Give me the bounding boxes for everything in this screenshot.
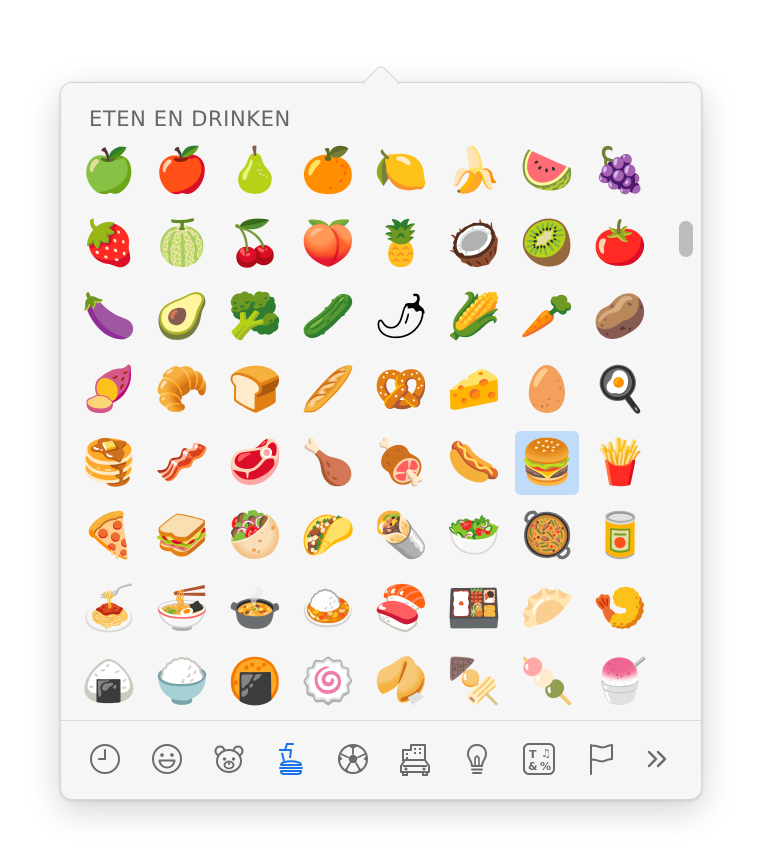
category-bar-divider — [61, 720, 701, 721]
emoji-red-apple[interactable]: 🍎 — [150, 139, 214, 203]
emoji-rice-cracker[interactable]: 🍘 — [223, 650, 287, 714]
emoji-taco[interactable]: 🌮 — [296, 504, 360, 568]
emoji-pretzel[interactable]: 🥨 — [369, 358, 433, 422]
emoji-burrito[interactable]: 🌯 — [369, 504, 433, 568]
emoji-stuffed-flatbread[interactable]: 🥙 — [223, 504, 287, 568]
burger-drink-icon — [279, 743, 303, 775]
emoji-shallow-pan-of-food[interactable]: 🥘 — [515, 504, 579, 568]
tab-more[interactable] — [635, 737, 679, 781]
svg-text:%: % — [540, 760, 551, 773]
emoji-grapes[interactable]: 🍇 — [588, 139, 652, 203]
tab-smileys[interactable] — [145, 737, 189, 781]
emoji-tangerine[interactable]: 🍊 — [296, 139, 360, 203]
flag-icon — [590, 744, 613, 775]
tab-symbols[interactable]: T ♫ & % — [517, 737, 561, 781]
emoji-canned-food[interactable]: 🥫 — [588, 504, 652, 568]
emoji-meat-on-bone[interactable]: 🍖 — [369, 431, 433, 495]
emoji-strawberry[interactable]: 🍓 — [77, 212, 141, 276]
emoji-coconut[interactable]: 🥥 — [442, 212, 506, 276]
emoji-pineapple[interactable]: 🍍 — [369, 212, 433, 276]
emoji-baguette[interactable]: 🥖 — [296, 358, 360, 422]
emoji-fish-cake[interactable]: 🍥 — [296, 650, 360, 714]
emoji-fortune-cookie[interactable]: 🥠 — [369, 650, 433, 714]
emoji-sweet-potato[interactable]: 🍠 — [77, 358, 141, 422]
emoji-steaming-bowl[interactable]: 🍜 — [150, 577, 214, 641]
emoji-peach[interactable]: 🍑 — [296, 212, 360, 276]
tab-recent[interactable] — [83, 737, 127, 781]
emoji-green-apple[interactable]: 🍏 — [77, 139, 141, 203]
emoji-hot-pepper[interactable]: 🌶 — [369, 285, 433, 349]
tab-objects[interactable] — [455, 737, 499, 781]
emoji-sandwich[interactable]: 🥪 — [150, 504, 214, 568]
emoji-kiwi[interactable]: 🥝 — [515, 212, 579, 276]
emoji-carrot[interactable]: 🥕 — [515, 285, 579, 349]
emoji-watermelon[interactable]: 🍉 — [515, 139, 579, 203]
emoji-bread[interactable]: 🍞 — [223, 358, 287, 422]
emoji-pot-of-food[interactable]: 🍲 — [223, 577, 287, 641]
double-chevron-right-icon — [647, 750, 667, 768]
symbols-icon: T ♫ & % — [523, 743, 555, 775]
emoji-oden[interactable]: 🍢 — [442, 650, 506, 714]
tab-flags[interactable] — [579, 737, 623, 781]
emoji-french-fries[interactable]: 🍟 — [588, 431, 652, 495]
tab-animals[interactable] — [207, 737, 251, 781]
emoji-hot-dog[interactable]: 🌭 — [442, 431, 506, 495]
emoji-pear[interactable]: 🍐 — [223, 139, 287, 203]
emoji-cut-of-meat[interactable]: 🥩 — [223, 431, 287, 495]
emoji-bacon[interactable]: 🥓 — [150, 431, 214, 495]
emoji-broccoli[interactable]: 🥦 — [223, 285, 287, 349]
emoji-potato[interactable]: 🥔 — [588, 285, 652, 349]
emoji-grid: 🍏 🍎 🍐 🍊 🍋 🍌 🍉 🍇 🍓 🍈 🍒 🍑 🍍 🥥 🥝 🍅 🍆 🥑 🥦 🥒 🌶 🌽 🥕 🥔 🍠 🥐 🍞 🥖 🥨 🧀 🥚 🍳 🥞 🥓 🥩 🍗 🍖 🌭 🍔 🍟… — [61, 83, 671, 719]
emoji-cooking[interactable]: 🍳 — [588, 358, 652, 422]
emoji-pancakes[interactable]: 🥞 — [77, 431, 141, 495]
emoji-eggplant[interactable]: 🍆 — [77, 285, 141, 349]
scrollbar-thumb[interactable] — [679, 221, 693, 257]
emoji-hamburger[interactable]: 🍔 — [515, 431, 579, 495]
emoji-banana[interactable]: 🍌 — [442, 139, 506, 203]
svg-text:♫: ♫ — [541, 747, 551, 760]
svg-text:&: & — [528, 760, 538, 773]
emoji-poultry-leg[interactable]: 🍗 — [296, 431, 360, 495]
lightbulb-icon — [467, 744, 487, 774]
emoji-cooked-rice[interactable]: 🍚 — [150, 650, 214, 714]
smiley-icon — [152, 744, 182, 774]
emoji-pizza[interactable]: 🍕 — [77, 504, 141, 568]
clock-icon — [90, 744, 120, 774]
emoji-avocado[interactable]: 🥑 — [150, 285, 214, 349]
emoji-bento-box[interactable]: 🍱 — [442, 577, 506, 641]
emoji-corn[interactable]: 🌽 — [442, 285, 506, 349]
emoji-spaghetti[interactable]: 🍝 — [77, 577, 141, 641]
emoji-curry-rice[interactable]: 🍛 — [296, 577, 360, 641]
emoji-fried-shrimp[interactable]: 🍤 — [588, 577, 652, 641]
emoji-dango[interactable]: 🍡 — [515, 650, 579, 714]
tab-food-and-drink[interactable] — [269, 737, 313, 781]
emoji-tomato[interactable]: 🍅 — [588, 212, 652, 276]
buildings-car-icon — [400, 744, 430, 776]
emoji-sushi[interactable]: 🍣 — [369, 577, 433, 641]
emoji-cucumber[interactable]: 🥒 — [296, 285, 360, 349]
emoji-melon[interactable]: 🍈 — [150, 212, 214, 276]
emoji-croissant[interactable]: 🥐 — [150, 358, 214, 422]
emoji-cherries[interactable]: 🍒 — [223, 212, 287, 276]
emoji-rice-ball[interactable]: 🍙 — [77, 650, 141, 714]
emoji-lemon[interactable]: 🍋 — [369, 139, 433, 203]
popover-arrow — [361, 61, 401, 85]
tab-travel[interactable] — [393, 737, 437, 781]
emoji-cheese[interactable]: 🧀 — [442, 358, 506, 422]
bear-icon — [214, 745, 244, 773]
emoji-egg[interactable]: 🥚 — [515, 358, 579, 422]
emoji-picker-popover: ETEN EN DRINKEN 🍏 🍎 🍐 🍊 🍋 🍌 🍉 🍇 🍓 🍈 🍒 🍑 🍍 🥥 🥝 🍅 🍆 🥑 🥦 🥒 🌶 🌽 🥕 🥔… — [60, 82, 702, 800]
emoji-green-salad[interactable]: 🥗 — [442, 504, 506, 568]
tab-activity[interactable] — [331, 737, 375, 781]
emoji-shaved-ice[interactable]: 🍧 — [588, 650, 652, 714]
soccer-ball-icon — [338, 744, 368, 774]
emoji-dumpling[interactable]: 🥟 — [515, 577, 579, 641]
